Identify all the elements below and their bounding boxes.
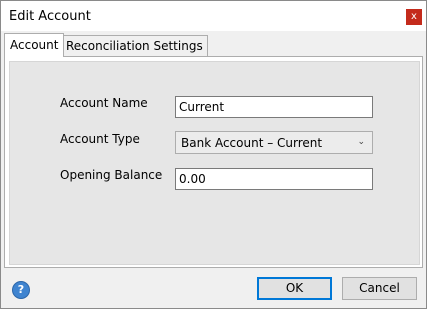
tab-account[interactable]: Account	[4, 33, 65, 57]
cancel-button[interactable]: Cancel	[342, 277, 417, 300]
tab-panel-account	[4, 56, 423, 268]
account-type-value: Bank Account – Current	[181, 136, 323, 150]
tab-reconciliation-settings[interactable]: Reconciliation Settings	[61, 35, 208, 56]
title-bar: Edit Account x	[1, 1, 426, 31]
opening-balance-input[interactable]	[175, 168, 373, 190]
account-name-label: Account Name	[60, 96, 148, 110]
account-type-select[interactable]: Bank Account – Current ⌄	[175, 131, 373, 154]
dialog-title: Edit Account	[9, 9, 91, 24]
ok-button[interactable]: OK	[257, 277, 332, 300]
opening-balance-label: Opening Balance	[60, 168, 163, 182]
account-form	[9, 61, 420, 265]
help-icon[interactable]: ?	[12, 281, 30, 299]
account-type-label: Account Type	[60, 132, 140, 146]
edit-account-dialog: Edit Account x Account Reconciliation Se…	[0, 0, 427, 309]
chevron-down-icon: ⌄	[357, 137, 365, 147]
account-name-input[interactable]	[175, 96, 373, 118]
close-button[interactable]: x	[406, 9, 422, 25]
